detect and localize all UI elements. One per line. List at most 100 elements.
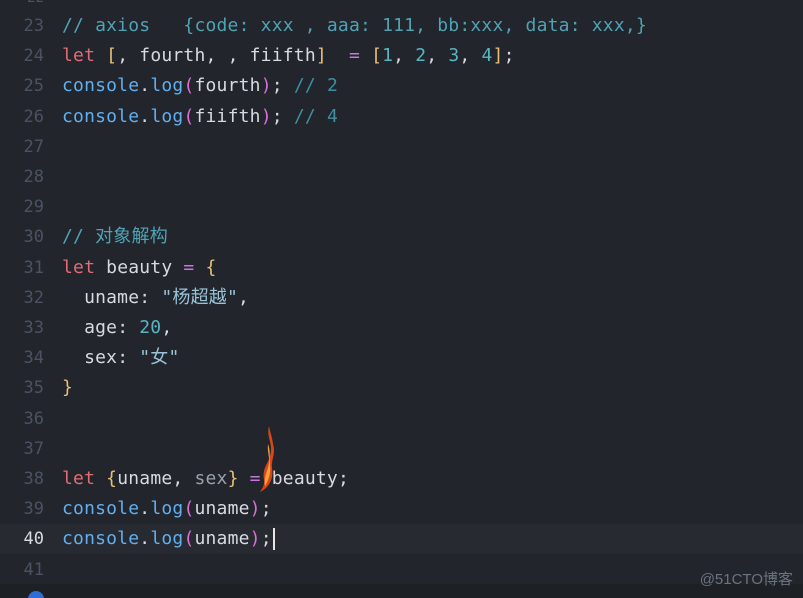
code-token: log (150, 105, 184, 127)
code-token: ; (337, 468, 350, 489)
code-token: 3 (448, 45, 460, 67)
code-token: console (62, 498, 140, 520)
code-token: fourth (194, 75, 261, 97)
code-token: = (183, 256, 206, 278)
code-token: uname (62, 286, 140, 308)
line-code[interactable]: console.log(fiifth); // 4 (62, 102, 338, 132)
code-token: . (139, 105, 151, 127)
code-token: ) (260, 105, 272, 127)
code-token: . (139, 528, 151, 550)
line-code[interactable]: console.log(fourth); // 2 (62, 71, 338, 101)
code-token: ( (183, 528, 195, 550)
code-token: , fourth, , fiifth (117, 45, 316, 67)
line-number: 38 (23, 469, 44, 489)
code-token: // 对象解构 (62, 226, 168, 248)
line-number: 32 (23, 287, 44, 308)
line-code[interactable]: // 对象解构 (62, 222, 168, 252)
code-token: console (62, 528, 140, 550)
code-token: let (62, 45, 107, 67)
line-code[interactable]: let beauty = { (62, 253, 217, 283)
code-line[interactable]: 37 (0, 434, 803, 464)
code-token: , (393, 45, 416, 67)
code-token: 2 (415, 45, 427, 67)
code-token: ; (271, 105, 294, 127)
line-number: 35 (23, 378, 44, 399)
code-token: ; (271, 75, 294, 97)
code-line[interactable]: 31 let beauty = { (0, 253, 803, 283)
code-line[interactable]: 29 (0, 192, 803, 222)
line-code[interactable]: } (62, 373, 73, 403)
code-line[interactable]: 24 let [, fourth, , fiifth] = [1, 2, 3, 4… (0, 41, 803, 71)
line-number: 37 (23, 438, 44, 459)
code-token: , (459, 45, 482, 67)
code-line[interactable]: 27 (0, 132, 803, 162)
code-token: : (117, 347, 140, 369)
code-token: // axios {code: xxx , aaa: 111, bb:xxx, … (62, 15, 647, 36)
code-line[interactable]: 40 console.log(uname); (0, 524, 803, 555)
code-token: ; (260, 528, 272, 550)
code-token: , (161, 317, 173, 338)
code-token: // 4 (293, 105, 338, 127)
code-line[interactable]: 34 sex: "女" (0, 343, 803, 373)
code-token: { (106, 468, 118, 489)
line-number: 30 (23, 227, 44, 248)
code-line[interactable]: 28 (0, 162, 803, 192)
code-editor[interactable]: 22 23 // axios {code: xxx , aaa: 111, bb:… (0, 0, 803, 598)
code-token: let (62, 468, 107, 489)
line-code[interactable]: uname: "杨超越", (62, 283, 249, 313)
line-code[interactable]: let [, fourth, , fiifth] = [1, 2, 3, 4]; (62, 41, 515, 71)
line-code[interactable]: console.log(uname); (62, 524, 275, 554)
code-token: [ (106, 45, 118, 67)
code-token: . (139, 498, 151, 520)
code-line[interactable]: 25 console.log(fourth); // 2 (0, 71, 803, 101)
code-token: uname (194, 498, 250, 520)
line-number: 26 (23, 106, 44, 127)
code-line[interactable]: 26 console.log(fiifth); // 4 (0, 102, 803, 132)
code-token: 20 (139, 317, 162, 338)
code-token: ) (249, 528, 261, 550)
line-number: 33 (23, 318, 44, 338)
code-token: console (62, 75, 140, 97)
line-number: 34 (23, 348, 44, 369)
code-token: log (150, 75, 184, 97)
code-line[interactable]: 33 age: 20, (0, 313, 803, 343)
code-token: } (62, 377, 74, 399)
code-token: { (205, 256, 217, 278)
code-line[interactable]: 30 // 对象解构 (0, 222, 803, 252)
line-code[interactable]: sex: "女" (62, 343, 180, 373)
code-line[interactable]: 39 console.log(uname); (0, 494, 803, 524)
code-token: , (426, 45, 449, 67)
code-token: ) (249, 498, 261, 520)
line-number: 28 (23, 167, 44, 187)
code-token: beauty (271, 468, 338, 489)
code-token: ; (260, 498, 272, 520)
code-token: console (62, 105, 140, 127)
line-number: 24 (23, 46, 44, 67)
code-token: : (117, 317, 140, 338)
code-token: log (150, 498, 184, 520)
code-line[interactable]: 38 let {uname, sex} = beauty; (0, 464, 803, 494)
line-number: 39 (23, 499, 44, 520)
line-code[interactable]: console.log(uname); (62, 494, 272, 524)
code-token: , (238, 286, 250, 308)
code-line[interactable]: 41 (0, 555, 803, 585)
code-token: 4 (481, 45, 493, 67)
code-token: . (139, 75, 151, 97)
code-line[interactable]: 32 uname: "杨超越", (0, 283, 803, 313)
code-token: let (62, 256, 107, 278)
code-token: "杨超越" (161, 286, 239, 308)
line-number: 36 (23, 408, 44, 429)
line-code[interactable]: let {uname, sex} = beauty; (62, 464, 349, 494)
code-token: "女" (139, 347, 180, 369)
horizontal-scrollbar[interactable] (0, 584, 803, 598)
line-number-partial: 22 (0, 0, 44, 4)
code-line[interactable]: 36 (0, 404, 803, 434)
line-number: 41 (23, 559, 44, 580)
code-line[interactable]: 23 // axios {code: xxx , aaa: 111, bb:xxx… (0, 11, 803, 41)
code-token: ; (503, 45, 515, 67)
line-code[interactable]: // axios {code: xxx , aaa: 111, bb:xxx, … (62, 11, 647, 41)
code-line[interactable]: 35} (0, 373, 803, 403)
line-code[interactable]: age: 20, (62, 313, 172, 343)
line-number: 31 (23, 257, 44, 278)
code-token: log (150, 528, 184, 550)
